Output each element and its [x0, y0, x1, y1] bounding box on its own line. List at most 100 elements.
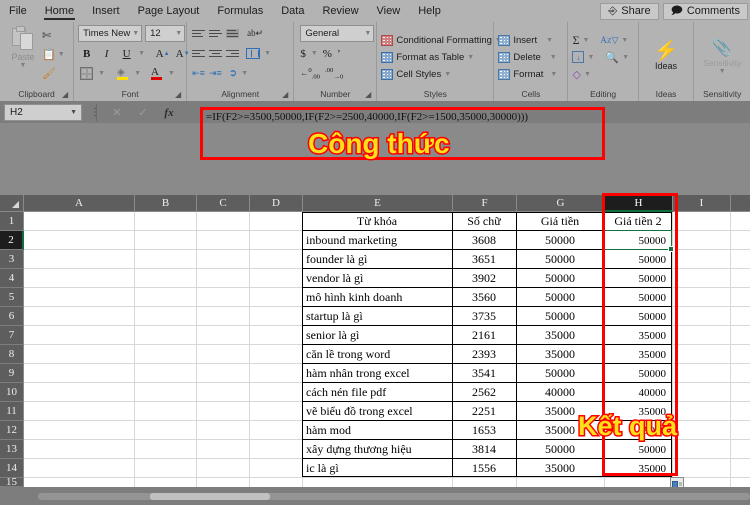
row-header-10[interactable]: 10 — [0, 383, 24, 402]
copy-button[interactable]: 📋 ▼ — [42, 46, 65, 63]
row-header-1[interactable]: 1 — [0, 212, 24, 231]
share-button[interactable]: ⎆ Share — [600, 2, 659, 20]
insert-function-button[interactable]: fx — [156, 104, 182, 121]
cell-F3[interactable]: 3651 — [453, 251, 515, 268]
cell-E12[interactable]: hàm mod — [303, 422, 451, 439]
dialog-launcher-icon[interactable]: ◢ — [365, 88, 371, 101]
cell-F10[interactable]: 2562 — [453, 384, 515, 401]
cell-F2[interactable]: 3608 — [453, 232, 515, 249]
chevron-down-icon[interactable]: ▼ — [311, 50, 318, 57]
cell-E6[interactable]: startup là gì — [303, 308, 451, 325]
align-middle-icon[interactable] — [209, 29, 223, 38]
increase-font-size-button[interactable]: A ▲ — [154, 45, 171, 62]
chevron-down-icon[interactable]: ▼ — [467, 54, 474, 61]
align-right-icon[interactable] — [226, 49, 240, 58]
cell-G2[interactable]: 50000 — [517, 232, 603, 249]
chevron-down-icon[interactable]: ▼ — [719, 68, 726, 75]
cell-E8[interactable]: căn lề trong word — [303, 346, 451, 363]
chevron-down-icon[interactable]: ▼ — [138, 50, 145, 57]
chevron-down-icon[interactable]: ▼ — [582, 37, 589, 44]
row-header-4[interactable]: 4 — [0, 269, 24, 288]
paste-button[interactable]: Paste ▼ — [4, 24, 42, 69]
cell-E4[interactable]: vendor là gì — [303, 270, 451, 287]
ribbon-tab-file[interactable]: File — [0, 0, 36, 22]
chevron-down-icon[interactable]: ▼ — [98, 70, 105, 77]
format-cells-button[interactable]: Format ▼ — [498, 66, 557, 83]
delete-cells-button[interactable]: Delete ▼ — [498, 49, 557, 66]
cell-F12[interactable]: 1653 — [453, 422, 515, 439]
column-header-b[interactable]: B — [135, 195, 197, 212]
cell-E1[interactable]: Từ khóa — [303, 213, 451, 230]
chevron-down-icon[interactable]: ▼ — [584, 71, 591, 78]
borders-button[interactable] — [78, 65, 95, 82]
row-header-13[interactable]: 13 — [0, 440, 24, 459]
ribbon-tab-data[interactable]: Data — [272, 0, 313, 22]
insert-cells-button[interactable]: Insert ▼ — [498, 32, 553, 49]
chevron-down-icon[interactable]: ▼ — [58, 51, 65, 58]
decrease-indent-icon[interactable]: ⇤≡ — [192, 68, 205, 79]
name-box[interactable]: H2 ▼ — [4, 104, 82, 121]
row-header-11[interactable]: 11 — [0, 402, 24, 421]
row-header-15[interactable]: 15 — [0, 476, 24, 488]
cell-E2[interactable]: inbound marketing — [303, 232, 451, 249]
chevron-down-icon[interactable]: ▼ — [264, 50, 271, 57]
chevron-down-icon[interactable]: ▼ — [546, 37, 553, 44]
find-and-select-button[interactable]: 🔍 — [605, 51, 619, 64]
formula-bar-more-icon[interactable]: ⋮ — [90, 107, 100, 118]
chevron-down-icon[interactable]: ▼ — [622, 54, 629, 61]
cell-F6[interactable]: 3735 — [453, 308, 515, 325]
cell-E10[interactable]: cách nén file pdf — [303, 384, 451, 401]
underline-button[interactable]: U — [118, 45, 135, 62]
percent-style-button[interactable]: % — [323, 48, 332, 60]
cell-E11[interactable]: vẽ biểu đồ trong excel — [303, 403, 451, 420]
cell-F5[interactable]: 3560 — [453, 289, 515, 306]
sort-and-filter-button[interactable]: AZ▽ — [600, 35, 618, 46]
font-name-select[interactable]: Times New Rc ▼ — [78, 25, 143, 42]
fill-button[interactable]: ↓ — [572, 51, 585, 63]
select-all-corner[interactable] — [0, 195, 24, 212]
cancel-formula-button[interactable]: ✕ — [104, 104, 130, 121]
autosum-button[interactable]: Σ — [572, 33, 579, 48]
dialog-launcher-icon[interactable]: ◢ — [175, 88, 181, 101]
font-size-select[interactable]: 12 ▼ — [145, 25, 186, 42]
cell-F11[interactable]: 2251 — [453, 403, 515, 420]
align-center-icon[interactable] — [209, 49, 223, 58]
chevron-down-icon[interactable]: ▼ — [241, 70, 248, 77]
clear-button[interactable]: ◇ — [572, 68, 580, 81]
cell-G5[interactable]: 50000 — [517, 289, 603, 306]
column-header-i[interactable]: I — [673, 195, 731, 212]
cell-E14[interactable]: ic là gì — [303, 460, 451, 477]
horizontal-scrollbar-thumb[interactable] — [150, 493, 270, 500]
fill-color-button[interactable]: ◈ — [114, 65, 131, 82]
row-header-8[interactable]: 8 — [0, 345, 24, 364]
row-header-5[interactable]: 5 — [0, 288, 24, 307]
cell-F9[interactable]: 3541 — [453, 365, 515, 382]
cell-F1[interactable]: Số chữ — [453, 213, 515, 230]
cell-F7[interactable]: 2161 — [453, 327, 515, 344]
ideas-button[interactable]: ⚡ Ideas — [654, 24, 679, 88]
ribbon-tab-review[interactable]: Review — [313, 0, 367, 22]
horizontal-scrollbar-track[interactable] — [38, 493, 750, 500]
column-header-j[interactable] — [731, 195, 750, 212]
ribbon-tab-formulas[interactable]: Formulas — [208, 0, 272, 22]
cell-E13[interactable]: xây dựng thương hiệu — [303, 441, 451, 458]
bold-button[interactable]: B — [78, 45, 95, 62]
cell-G10[interactable]: 40000 — [517, 384, 603, 401]
chevron-down-icon[interactable]: ▼ — [134, 70, 141, 77]
chevron-down-icon[interactable]: ▼ — [621, 37, 628, 44]
cell-styles-button[interactable]: Cell Styles ▼ — [381, 66, 451, 83]
format-as-table-button[interactable]: Format as Table ▼ — [381, 49, 474, 66]
row-header-9[interactable]: 9 — [0, 364, 24, 383]
cell-G7[interactable]: 35000 — [517, 327, 603, 344]
column-header-c[interactable]: C — [197, 195, 250, 212]
chevron-down-icon[interactable]: ▼ — [20, 62, 27, 69]
sensitivity-button[interactable]: 📎 Sensitivity ▼ — [703, 24, 741, 88]
conditional-formatting-button[interactable]: Conditional Formatting ▼ — [381, 32, 502, 49]
formula-input[interactable]: =IF(F2>=3500,50000,IF(F2>=2500,40000,IF(… — [206, 111, 528, 123]
format-painter-button[interactable]: 🖌 — [42, 65, 65, 82]
accounting-format-button[interactable]: $ — [300, 48, 306, 60]
chevron-down-icon[interactable]: ▼ — [168, 70, 175, 77]
cell-G6[interactable]: 50000 — [517, 308, 603, 325]
ribbon-tab-insert[interactable]: Insert — [83, 0, 129, 22]
italic-button[interactable]: I — [98, 45, 115, 62]
